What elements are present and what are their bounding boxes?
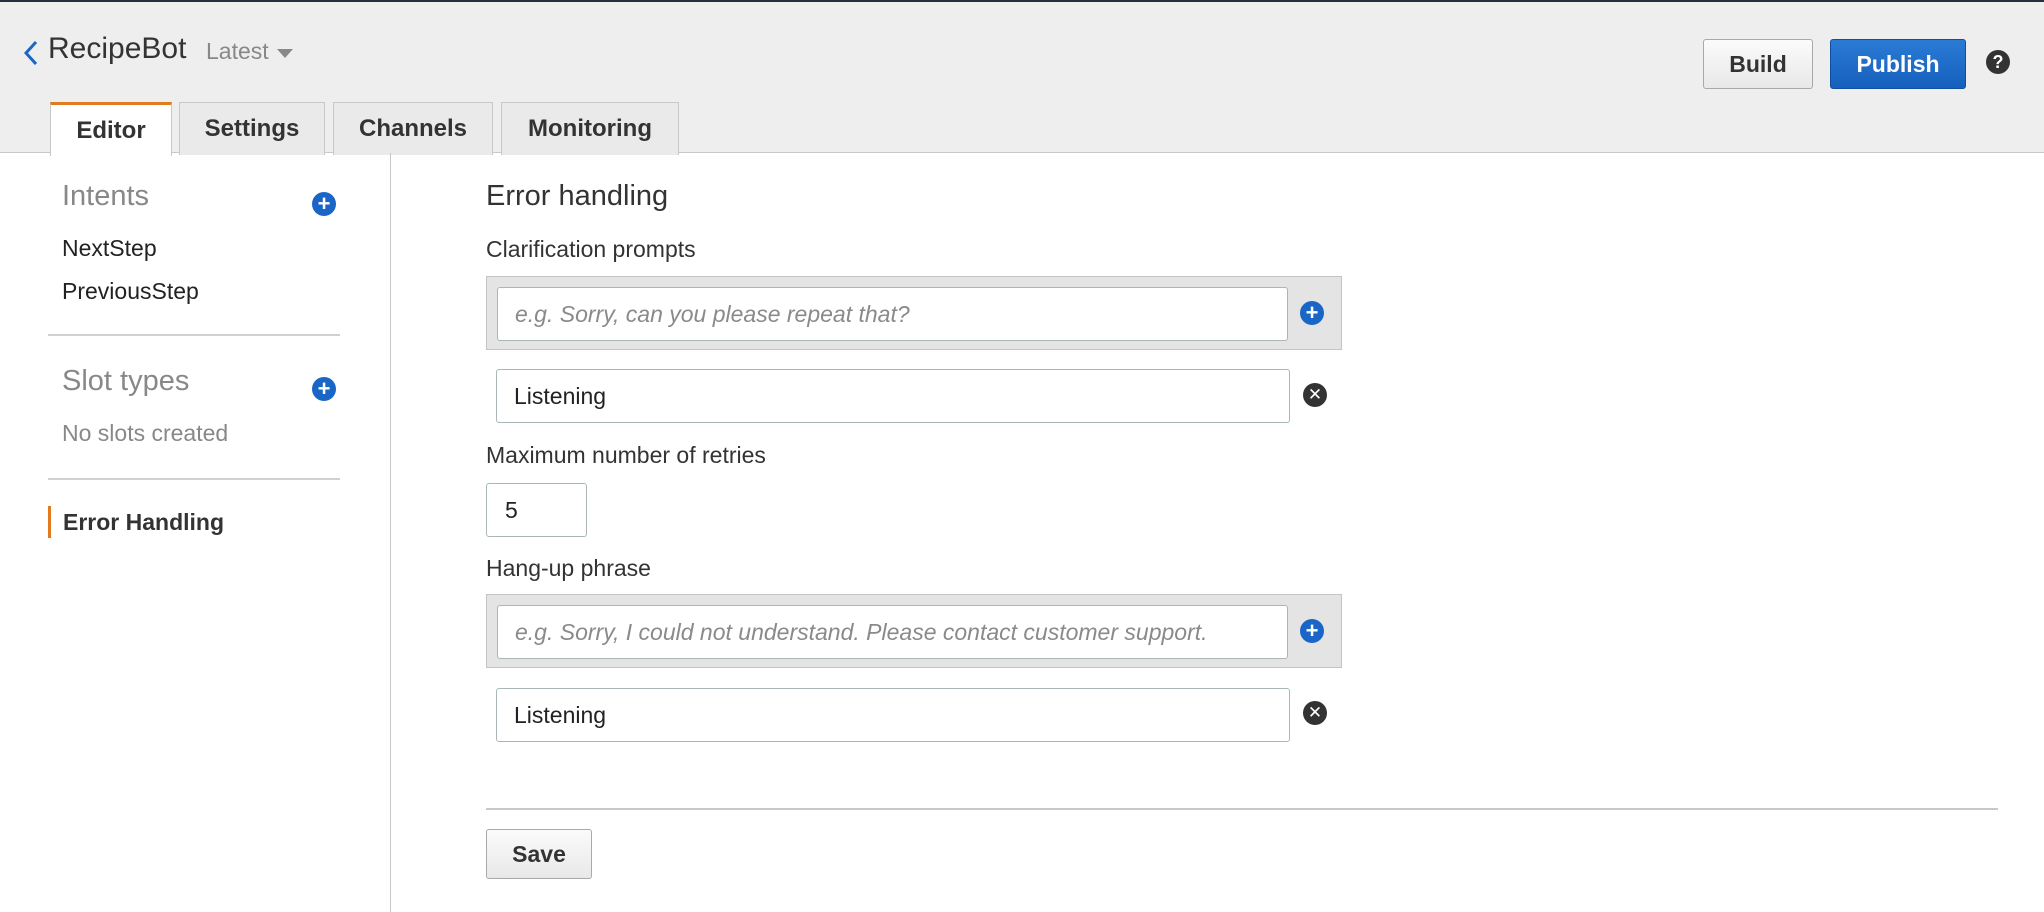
sidebar-divider <box>48 334 340 336</box>
caret-down-icon <box>276 48 293 58</box>
hang-up-phrase-input[interactable] <box>497 605 1288 659</box>
clarification-prompts-label: Clarification prompts <box>486 236 696 262</box>
page-title: Error handling <box>486 180 669 212</box>
sidebar-item-error-handling[interactable]: Error Handling <box>48 506 224 538</box>
sidebar-item-previousstep[interactable]: PreviousStep <box>62 278 199 305</box>
intents-heading: Intents <box>62 180 150 212</box>
sidebar-item-nextstep[interactable]: NextStep <box>62 235 157 262</box>
add-slot-type-plus-icon[interactable]: + <box>312 377 336 401</box>
clarification-prompt-value-field[interactable] <box>496 369 1290 423</box>
clarification-prompt-input[interactable] <box>497 287 1288 341</box>
tab-settings[interactable]: Settings <box>179 102 325 155</box>
publish-button[interactable]: Publish <box>1830 39 1966 89</box>
sidebar-divider <box>48 478 340 480</box>
build-button[interactable]: Build <box>1703 39 1813 89</box>
version-label: Latest <box>206 38 269 64</box>
no-slots-text: No slots created <box>62 420 229 446</box>
hang-up-phrase-value-field[interactable] <box>496 688 1290 742</box>
version-dropdown[interactable]: Latest <box>206 38 293 65</box>
form-divider <box>486 808 1998 810</box>
remove-hang-up-close-icon[interactable]: ✕ <box>1303 701 1327 725</box>
remove-clarification-close-icon[interactable]: ✕ <box>1303 383 1327 407</box>
save-button[interactable]: Save <box>486 829 592 879</box>
top-bar: RecipeBot Latest Build Publish ? Editor … <box>0 0 2044 156</box>
tab-channels[interactable]: Channels <box>333 102 493 155</box>
slot-types-heading: Slot types <box>62 365 190 397</box>
max-retries-input[interactable] <box>486 483 587 537</box>
max-retries-label: Maximum number of retries <box>486 442 766 468</box>
bot-name-title: RecipeBot <box>48 32 187 65</box>
tab-editor[interactable]: Editor <box>50 102 172 156</box>
add-hang-up-plus-icon[interactable]: + <box>1300 619 1324 643</box>
add-intent-plus-icon[interactable]: + <box>312 192 336 216</box>
add-clarification-plus-icon[interactable]: + <box>1300 301 1324 325</box>
hang-up-phrase-label: Hang-up phrase <box>486 555 651 581</box>
help-icon[interactable]: ? <box>1986 50 2010 74</box>
back-chevron-icon[interactable] <box>20 36 42 70</box>
tab-monitoring[interactable]: Monitoring <box>501 102 679 155</box>
